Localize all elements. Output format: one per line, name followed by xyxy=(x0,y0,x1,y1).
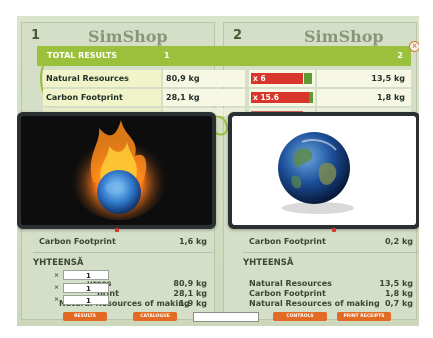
controls-button[interactable]: CONTROLS xyxy=(273,312,327,321)
burning-earth-icon xyxy=(21,116,212,225)
result-row-carbon-footprint: Carbon Footprint 28,1 kg x 15.6 1,8 kg xyxy=(43,89,411,106)
quantity-input[interactable]: 1 xyxy=(63,270,109,280)
results-column-2: 2 xyxy=(397,51,403,60)
summary-label: Natural Resources xyxy=(249,279,332,288)
earth-globe-icon xyxy=(232,116,416,225)
results-header: TOTAL RESULTS 1 2 xyxy=(37,46,411,66)
simshop-stage: 1 SimShop 2 SimShop TOTAL RESULTS 1 2 × … xyxy=(17,16,419,326)
remove-icon[interactable]: × xyxy=(54,272,59,279)
summary-shop-1: Carbon Footprint 1,6 kg YHTEENSÄ urces 8… xyxy=(33,232,213,326)
summary-line: Carbon Footprint 1,8 kg xyxy=(249,289,413,299)
row-label: Natural Resources xyxy=(43,70,161,87)
remove-icon[interactable]: × xyxy=(54,284,59,291)
quantity-input[interactable]: 1 xyxy=(63,295,109,305)
summary-value: 28,1 kg xyxy=(173,289,207,298)
ratio-bar-end xyxy=(309,92,313,103)
summary-value: 1,8 kg xyxy=(384,289,413,298)
row-label: Carbon Footprint xyxy=(43,89,161,106)
summary-label: Carbon Footprint xyxy=(39,237,116,246)
summary-line: Carbon Footprint 0,2 kg xyxy=(249,237,413,247)
summary-label: Carbon Footprint xyxy=(249,237,326,246)
close-icon[interactable]: × xyxy=(409,41,419,52)
summary-heading: YHTEENSÄ xyxy=(243,258,294,268)
ratio-bar-fill: x 15.6 xyxy=(251,92,309,103)
summary-value: 1,6 kg xyxy=(178,237,207,246)
row-value-2: 13,5 kg xyxy=(317,70,411,87)
summary-label: Natural Resources of making xyxy=(249,299,380,308)
row-value-2: 1,8 kg xyxy=(317,89,411,106)
summary-line: Carbon Footprint 1,6 kg xyxy=(39,237,207,247)
summary-label: Carbon Footprint xyxy=(249,289,326,298)
ratio-bar-end xyxy=(304,73,312,84)
blank-field[interactable] xyxy=(193,312,259,322)
row-value-1: 28,1 kg xyxy=(163,89,245,106)
ratio-bar: x 15.6 xyxy=(249,89,315,106)
summary-value: 80,9 kg xyxy=(173,279,207,288)
earth-globe-image xyxy=(232,116,416,225)
summary-value: 0,2 kg xyxy=(384,237,413,246)
quantity-input[interactable]: 1 xyxy=(63,283,109,293)
ratio-bar: x 6 xyxy=(249,70,315,87)
summary-value: 0,7 kg xyxy=(384,299,413,308)
summary-line: Natural Resources of making 0,7 kg xyxy=(249,299,413,309)
remove-icon[interactable]: × xyxy=(54,296,59,303)
results-title: TOTAL RESULTS xyxy=(47,51,118,60)
summary-value: 1,9 kg xyxy=(178,299,207,308)
divider xyxy=(33,252,213,253)
summary-value: 13,5 kg xyxy=(379,279,413,288)
results-column-1: 1 xyxy=(164,51,170,60)
burning-earth-frame xyxy=(17,112,216,229)
summary-shop-2: Carbon Footprint 0,2 kg YHTEENSÄ Natural… xyxy=(243,232,419,326)
divider xyxy=(243,252,419,253)
result-row-natural-resources: Natural Resources 80,9 kg x 6 13,5 kg xyxy=(43,70,411,87)
row-value-1: 80,9 kg xyxy=(163,70,245,87)
summary-heading: YHTEENSÄ xyxy=(33,258,84,268)
catalogue-button[interactable]: CATALOGUE xyxy=(133,312,177,321)
summary-line: Natural Resources 13,5 kg xyxy=(249,279,413,289)
burning-earth-image xyxy=(21,116,212,225)
results-button[interactable]: RESULTS xyxy=(63,312,107,321)
ratio-bar-fill: x 6 xyxy=(251,73,303,84)
print-receipts-button[interactable]: PRINT RECEIPTS xyxy=(337,312,391,321)
earth-globe-frame xyxy=(228,112,419,229)
